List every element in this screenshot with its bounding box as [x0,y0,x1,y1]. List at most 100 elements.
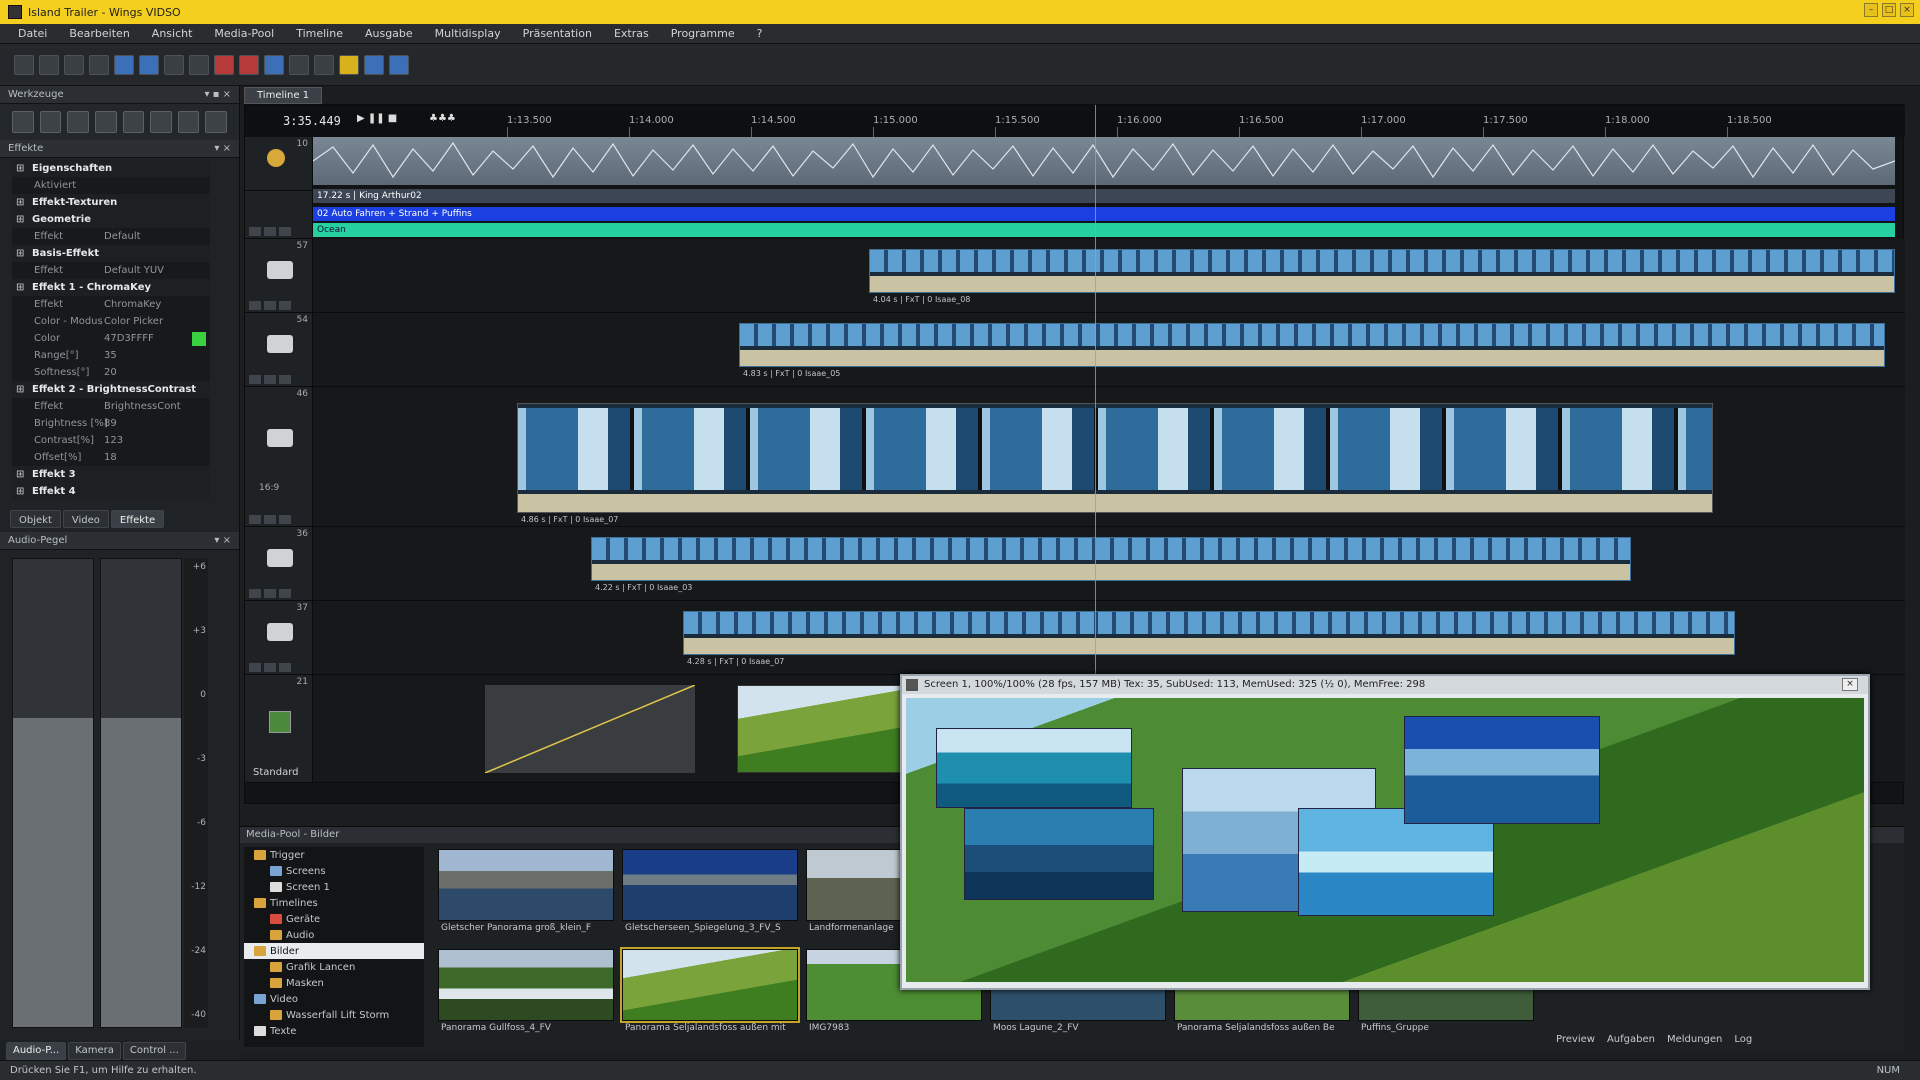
property-value[interactable]: Default YUV [104,265,164,276]
lock-icon[interactable] [264,375,276,384]
menu-help[interactable]: ? [757,27,763,40]
lock-icon[interactable] [264,589,276,598]
menu-multidisplay[interactable]: Multidisplay [435,27,501,40]
audio-clip-label[interactable]: 17.22 s | King Arthur02 [313,189,1895,203]
tab-meldungen[interactable]: Meldungen [1667,1034,1722,1045]
tab-effekte[interactable]: Effekte [110,510,165,528]
effects-tree-row[interactable]: Aktiviert [12,177,210,194]
preview-canvas[interactable] [906,698,1864,982]
effects-tree-row[interactable]: Effekt Default YUV [12,262,210,279]
screen-icon[interactable] [264,54,284,75]
media-tree-item[interactable]: Screens [244,863,424,879]
media-tree-item[interactable]: Grafik Lancen [244,959,424,975]
property-value[interactable]: ChromaKey [104,299,161,310]
clip-isaae-07[interactable] [517,403,1713,513]
mute-icon[interactable] [249,301,261,310]
property-value[interactable]: 89 [104,418,117,429]
property-value[interactable]: 47D3FFFF [104,333,154,344]
info-icon[interactable] [364,54,384,75]
cut-icon[interactable] [164,54,184,75]
solo-icon[interactable] [279,375,291,384]
warning-icon[interactable] [339,54,359,75]
time-ruler[interactable]: 3:35.449 ▶ ❚❚ ■ ♣♣♣ 1:13.500 1:14.000 1:14… [245,105,1905,137]
lock-icon[interactable] [264,663,276,672]
expand-icon[interactable]: ⊞ [16,469,26,480]
mute-icon[interactable] [249,227,261,236]
fade-curve[interactable] [485,685,695,773]
media-tree-item[interactable]: Timelines [244,895,424,911]
expand-icon[interactable]: ⊞ [16,197,26,208]
new-icon[interactable] [14,54,34,75]
mask-tool-icon[interactable] [150,111,172,133]
stop-icon[interactable] [239,54,259,75]
menu-ausgabe[interactable]: Ausgabe [365,27,413,40]
position-tool-icon[interactable] [122,111,145,133]
panel-pin-icon[interactable]: ▾ × [214,535,231,546]
effects-tree-row[interactable]: Offset[%] 18 [12,449,210,466]
property-value[interactable]: Default [104,231,141,242]
tab-video[interactable]: Video [62,510,109,528]
effects-tree-row[interactable]: Range[°] 35 [12,347,210,364]
media-tree-item[interactable]: Bilder [244,943,424,959]
effects-tree-row[interactable]: ⊞ Effekt 2 - BrightnessContrast [12,381,210,398]
solo-icon[interactable] [279,301,291,310]
effects-tree-row[interactable]: ⊞ Eigenschaften [12,160,210,177]
expand-icon[interactable]: ⊞ [16,282,26,293]
solo-icon[interactable] [279,663,291,672]
track-header-57[interactable]: 57 [245,239,313,313]
media-tree-item[interactable]: Geräte [244,911,424,927]
track-header-36[interactable]: 36 [245,527,313,601]
solo-icon[interactable] [279,227,291,236]
lock-icon[interactable] [264,515,276,524]
color-swatch[interactable] [192,331,206,346]
expand-icon[interactable]: ⊞ [16,248,26,259]
clip-isaae-03[interactable] [591,537,1631,581]
minimize-button[interactable]: – [1864,3,1878,17]
menu-bearbeiten[interactable]: Bearbeiten [69,27,129,40]
effects-tree-row[interactable]: ⊞ Effekt 1 - ChromaKey [12,279,210,296]
thumb-4[interactable]: Panorama Seljalandsfoss außen mit [620,947,800,1033]
mute-icon[interactable] [249,589,261,598]
track-header-54[interactable]: 54 [245,313,313,387]
open-icon[interactable] [39,54,59,75]
play-button[interactable]: ▶ ❚❚ ■ [357,113,397,124]
expand-icon[interactable]: ⊞ [16,486,26,497]
menu-extras[interactable]: Extras [614,27,649,40]
tab-aufgaben[interactable]: Aufgaben [1607,1034,1655,1045]
lock-icon[interactable] [264,227,276,236]
lock-icon[interactable] [264,301,276,310]
menu-praesentation[interactable]: Präsentation [523,27,592,40]
effects-tree-row[interactable]: ⊞ Effekt 3 [12,466,210,483]
audio-tool-icon[interactable] [177,111,200,133]
effects-tree-row[interactable]: Brightness [%] 89 [12,415,210,432]
menu-datei[interactable]: Datei [18,27,47,40]
effects-tree-row[interactable]: Color 47D3FFFF [12,330,210,347]
mute-icon[interactable] [249,663,261,672]
save-icon[interactable] [64,54,84,75]
zoom-tool-icon[interactable] [94,111,117,133]
media-tree-item[interactable]: Masken [244,975,424,991]
undo-icon[interactable] [114,54,134,75]
tab-timeline-1[interactable]: Timeline 1 [244,86,323,104]
track-header-37[interactable]: 37 [245,601,313,675]
maximize-button[interactable]: □ [1882,3,1896,17]
property-value[interactable]: BrightnessCont [104,401,181,412]
settings-icon[interactable] [289,54,309,75]
thumb-3[interactable]: Panorama Gullfoss_4_FV [438,949,614,1033]
marker-icons[interactable]: ♣♣♣ [429,113,456,124]
solo-icon[interactable] [279,589,291,598]
effects-tree-row[interactable]: ⊞ Effekt-Texturen [12,194,210,211]
effects-tree-row[interactable]: ⊞ Basis-Effekt [12,245,210,262]
tab-log[interactable]: Log [1734,1034,1752,1045]
blue-bar-clip[interactable]: 02 Auto Fahren + Strand + Puffins [313,207,1895,221]
copy-icon[interactable] [189,54,209,75]
effects-tree-row[interactable]: Softness[°] 20 [12,364,210,381]
solo-icon[interactable] [279,515,291,524]
display-icon[interactable] [314,54,334,75]
expand-icon[interactable]: ⊞ [16,384,26,395]
menu-programme[interactable]: Programme [671,27,735,40]
property-value[interactable]: 18 [104,452,117,463]
move-tool-icon[interactable] [39,111,62,133]
clip-isaae-07b[interactable] [683,611,1735,655]
tab-preview[interactable]: Preview [1556,1034,1595,1045]
